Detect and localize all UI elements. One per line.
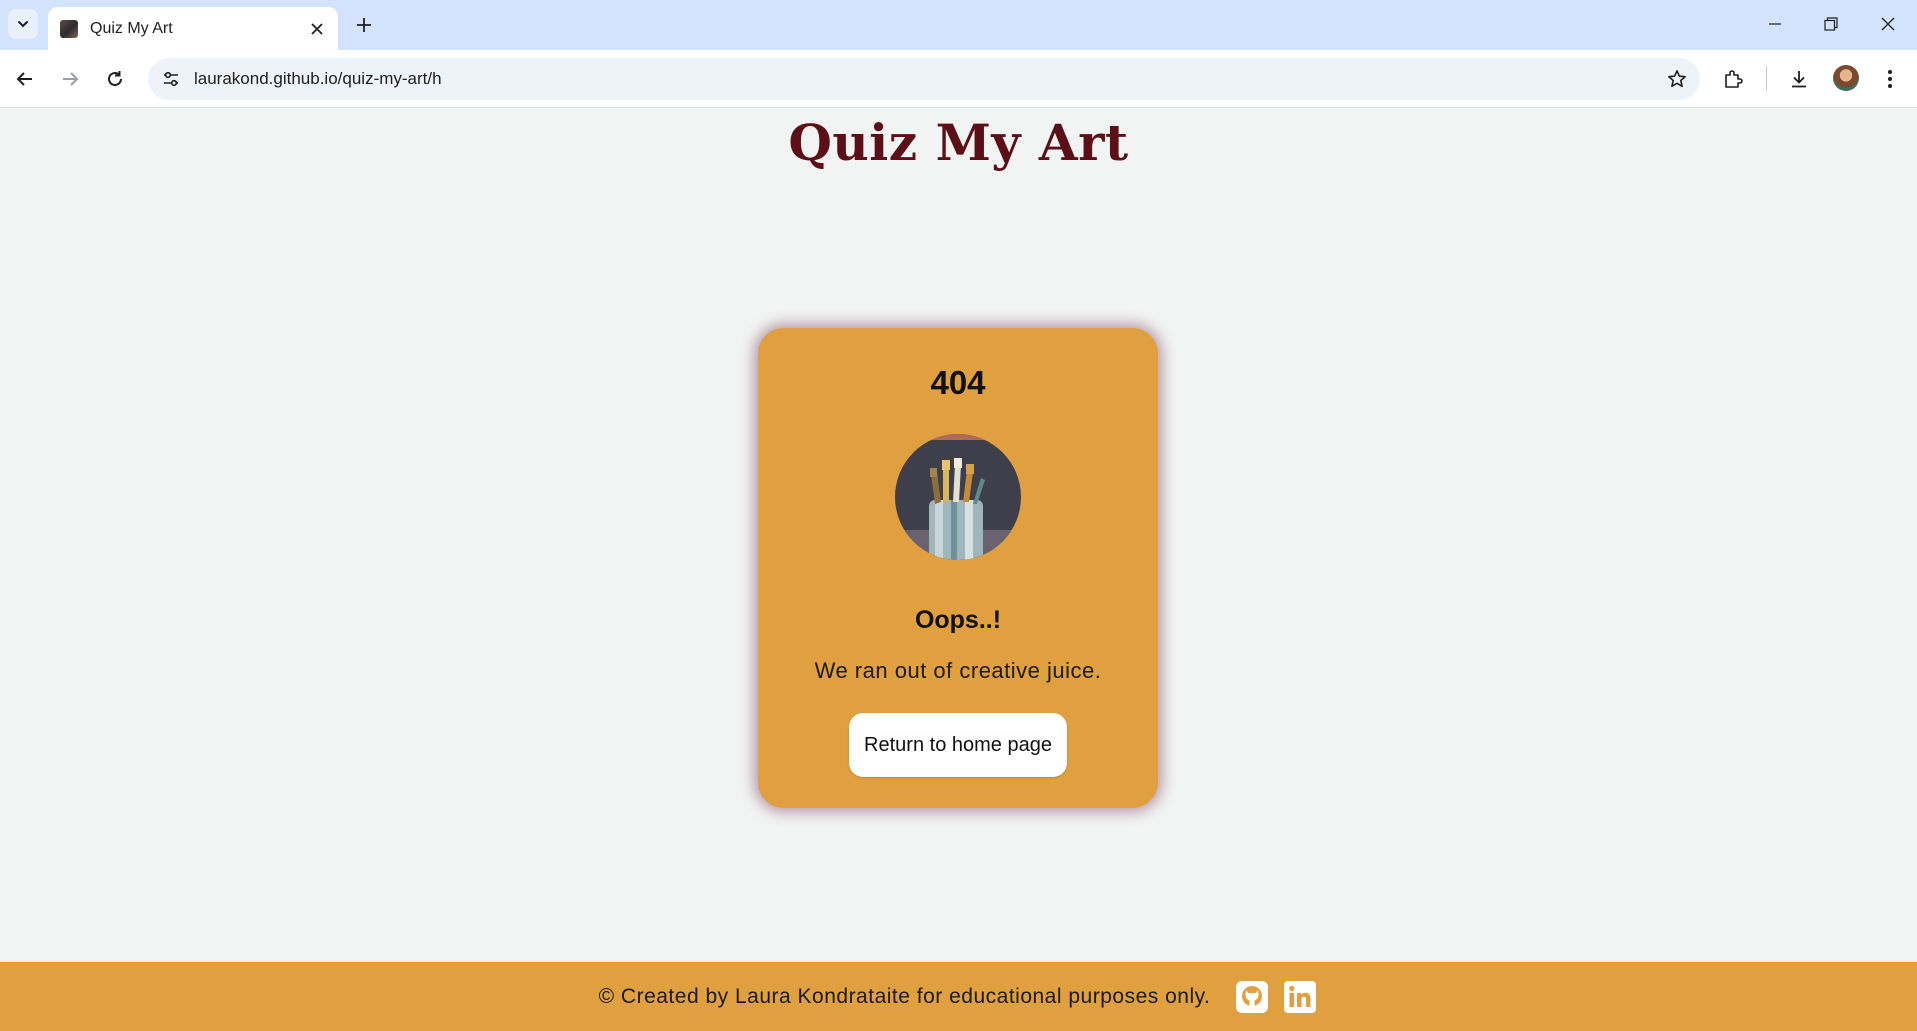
restore-button[interactable] [1808, 6, 1854, 42]
star-icon [1668, 70, 1686, 88]
error-heading: Oops..! [914, 606, 1002, 634]
page-content: Quiz My Art 404 Oops..! We ran out of cr… [0, 109, 1917, 961]
linkedin-link[interactable] [1282, 979, 1318, 1015]
tune-icon [164, 71, 178, 87]
reload-icon [108, 71, 122, 86]
forward-button[interactable] [53, 62, 87, 96]
browser-tab[interactable]: Quiz My Art [48, 7, 338, 50]
url-text[interactable]: laurakond.github.io/quiz-my-art/h [194, 69, 1660, 89]
close-icon [311, 22, 323, 35]
arrow-left-icon [16, 72, 32, 86]
minimize-icon [1769, 23, 1781, 25]
minimize-button[interactable] [1752, 6, 1798, 42]
error-message: We ran out of creative juice. [814, 658, 1102, 683]
address-bar[interactable]: laurakond.github.io/quiz-my-art/h [148, 58, 1700, 100]
tab-close-button[interactable] [304, 16, 330, 42]
error-code: 404 [930, 364, 986, 401]
github-icon [1236, 980, 1269, 1013]
toolbar-divider [1766, 66, 1767, 90]
plus-icon [357, 18, 371, 32]
linkedin-icon [1284, 980, 1317, 1013]
footer-copyright: © Created by Laura Kondrataite for educa… [598, 984, 1211, 1008]
puzzle-icon [1725, 70, 1743, 88]
profile-avatar[interactable] [1833, 65, 1859, 91]
downloads-button[interactable] [1782, 62, 1816, 96]
site-info-button[interactable] [156, 64, 186, 94]
more-vertical-icon [1888, 70, 1892, 88]
browser-menu-button[interactable] [1873, 62, 1907, 96]
tab-bar: Quiz My Art [0, 0, 1917, 50]
chevron-down-icon [18, 21, 28, 28]
error-card: 404 Oops..! We ran out of creative juice… [758, 328, 1158, 808]
restore-icon [1824, 17, 1838, 31]
reload-button[interactable] [98, 62, 132, 96]
browser-toolbar: laurakond.github.io/quiz-my-art/h [0, 50, 1917, 108]
bookmark-button[interactable] [1660, 62, 1694, 96]
back-button[interactable] [8, 62, 42, 96]
extensions-button[interactable] [1716, 62, 1750, 96]
close-icon [1881, 17, 1895, 31]
arrow-right-icon [63, 72, 79, 86]
site-favicon-icon [60, 19, 78, 38]
tab-search-button[interactable] [8, 9, 38, 39]
paintbrushes-image [895, 434, 1021, 560]
close-window-button[interactable] [1865, 6, 1911, 42]
site-title[interactable]: Quiz My Art [0, 113, 1917, 172]
site-footer: © Created by Laura Kondrataite for educa… [0, 962, 1917, 1031]
return-home-button[interactable]: Return to home page [849, 713, 1067, 777]
download-icon [1792, 71, 1806, 88]
tab-title: Quiz My Art [90, 19, 173, 37]
new-tab-button[interactable] [350, 11, 378, 39]
github-link[interactable] [1234, 979, 1270, 1015]
